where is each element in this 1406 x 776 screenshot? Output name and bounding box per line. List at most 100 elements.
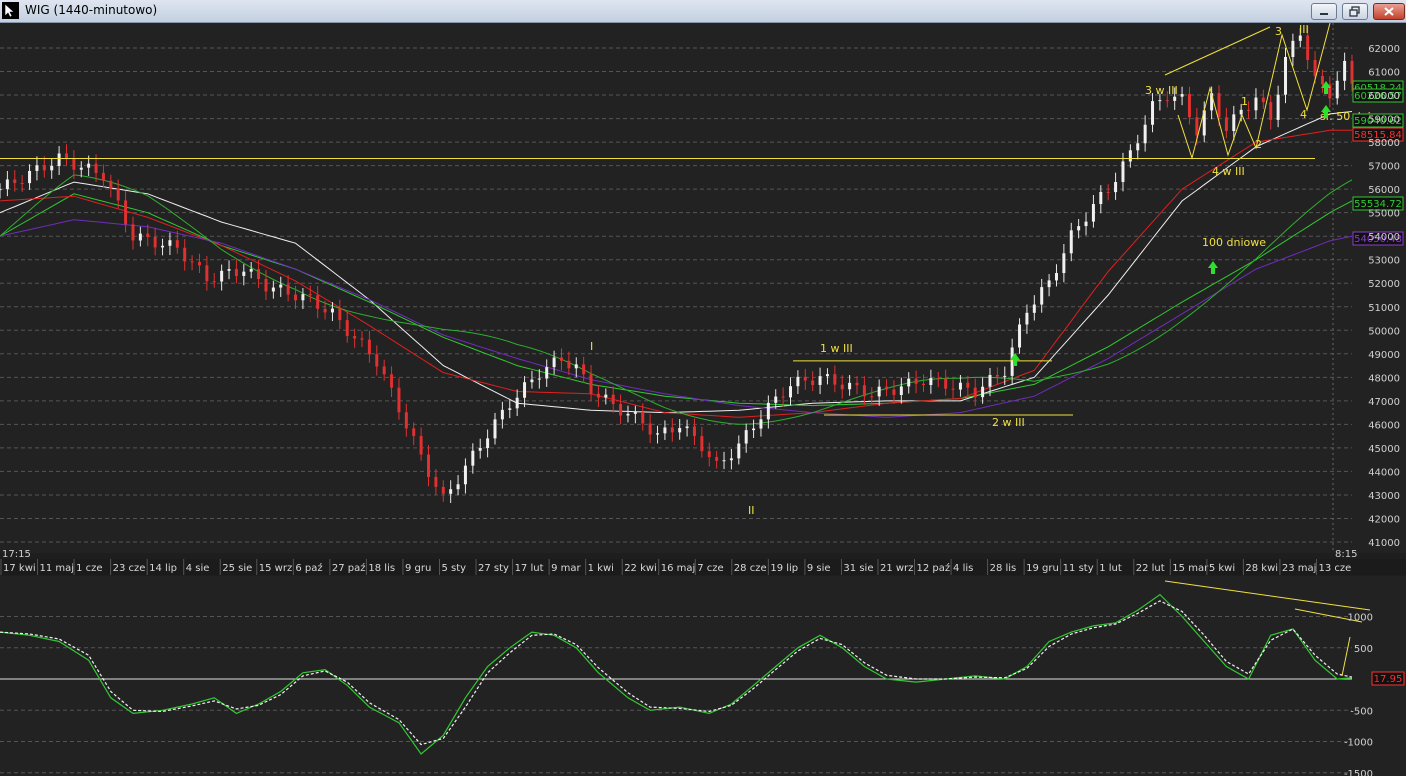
candle-body <box>855 382 859 386</box>
wave-annotation: 1 w III <box>820 342 853 355</box>
candle-body <box>936 378 940 380</box>
candle-body <box>1106 191 1110 193</box>
candle-body <box>1320 75 1324 85</box>
candle-body <box>427 454 431 477</box>
oscillator-panel-background <box>0 576 1406 776</box>
x-tick-label: 25 sie <box>222 563 252 574</box>
y-tick-label: 49000 <box>1368 350 1400 361</box>
candle-body <box>1217 93 1221 118</box>
candle-body <box>57 153 61 167</box>
x-tick-label: 7 cze <box>697 563 723 574</box>
y-tick-label: 59000 <box>1368 115 1400 126</box>
candle-body <box>707 451 711 458</box>
wave-annotation: 1 <box>1241 95 1248 108</box>
candle-body <box>101 172 105 181</box>
candle-body <box>633 412 637 414</box>
minimize-button[interactable] <box>1311 3 1337 20</box>
candle-body <box>567 360 571 369</box>
candle-body <box>308 294 312 296</box>
candle-body <box>42 165 46 171</box>
candle-body <box>958 382 962 390</box>
candle-body <box>456 484 460 490</box>
candle-body <box>825 374 829 377</box>
candle-body <box>1195 117 1199 136</box>
candle-body <box>648 423 652 435</box>
wave-annotation: 4 w III <box>1212 165 1245 178</box>
candle-body <box>752 428 756 431</box>
candle-body <box>345 320 349 337</box>
candle-body <box>205 265 209 282</box>
candle-body <box>670 427 674 433</box>
candle-body <box>50 166 54 171</box>
candle-body <box>20 183 24 185</box>
x-tick-label: 5 sty <box>441 563 466 574</box>
x-tick-label: 12 paź <box>917 562 951 574</box>
candle-body <box>1291 40 1295 57</box>
y-tick-label: 43000 <box>1368 491 1400 502</box>
x-tick-label: 11 maj <box>40 563 75 574</box>
candle-body <box>729 458 733 461</box>
candle-body <box>1180 94 1184 97</box>
candle-body <box>419 436 423 455</box>
x-tick-label: 21 wrz <box>880 563 913 574</box>
candle-body <box>478 448 482 451</box>
candle-body <box>899 386 903 395</box>
candle-body <box>183 247 187 262</box>
candle-body <box>463 465 467 485</box>
wave-annotation: II <box>748 504 755 517</box>
candle-body <box>5 179 9 190</box>
candle-body <box>301 294 305 301</box>
wave-annotation: 2 w III <box>992 416 1025 429</box>
candle-body <box>678 428 682 433</box>
x-tick-label: 6 paź <box>295 562 322 574</box>
restore-button[interactable] <box>1342 3 1368 20</box>
candle-body <box>1284 56 1288 95</box>
candle-body <box>818 376 822 385</box>
candle-body <box>582 364 586 375</box>
candle-body <box>1335 80 1339 99</box>
candle-body <box>833 374 837 385</box>
candle-body <box>1298 35 1302 41</box>
candle-body <box>737 443 741 459</box>
candle-body <box>574 364 578 369</box>
oscillator-tick-label: -500 <box>1350 706 1373 717</box>
candle-body <box>988 374 992 387</box>
x-tick-label: 23 cze <box>113 563 146 574</box>
close-button[interactable] <box>1373 3 1405 20</box>
candle-body <box>545 367 549 379</box>
x-tick-label: 5 kwi <box>1209 563 1235 574</box>
y-tick-label: 56000 <box>1368 185 1400 196</box>
candle-body <box>1343 60 1347 81</box>
oscillator-tick-label: -1000 <box>1344 738 1373 749</box>
window-title: WIG (1440-minutowo) <box>25 3 158 17</box>
candle-body <box>493 419 497 439</box>
candle-body <box>981 386 985 398</box>
wave-annotation: 2 <box>1255 138 1262 151</box>
candle-body <box>877 386 881 397</box>
candle-body <box>995 374 999 377</box>
y-tick-label: 46000 <box>1368 420 1400 431</box>
candle-body <box>1276 94 1280 120</box>
restore-icon <box>1349 6 1360 17</box>
oscillator-panel[interactable]: -1500 -1000 -500 500 1000 17.95 <box>0 576 1406 776</box>
candle-body <box>1254 97 1258 111</box>
app-icon <box>2 2 19 19</box>
candle-body <box>700 436 704 452</box>
wave-annotation: III <box>1299 23 1309 36</box>
candle-body <box>1224 117 1228 132</box>
candle-body <box>885 386 889 390</box>
candle-body <box>0 189 2 191</box>
candle-body <box>72 158 76 170</box>
price-panel[interactable]: III1 w III2 w III3 w III4 w III1234IIIśr… <box>0 23 1406 553</box>
x-tick-label: 4 sie <box>186 563 210 574</box>
y-tick-label: 60000 <box>1368 91 1400 102</box>
candle-body <box>190 261 194 263</box>
chart-area[interactable]: III1 w III2 w III3 w III4 w III1234IIIśr… <box>0 23 1406 776</box>
candle-body <box>803 376 807 381</box>
time-label-right: 8:15 <box>1335 549 1357 560</box>
candle-body <box>35 165 39 171</box>
x-tick-label: 22 lut <box>1136 563 1165 574</box>
candle-body <box>1247 109 1251 111</box>
candle-body <box>796 376 800 387</box>
y-tick-label: 61000 <box>1368 68 1400 79</box>
